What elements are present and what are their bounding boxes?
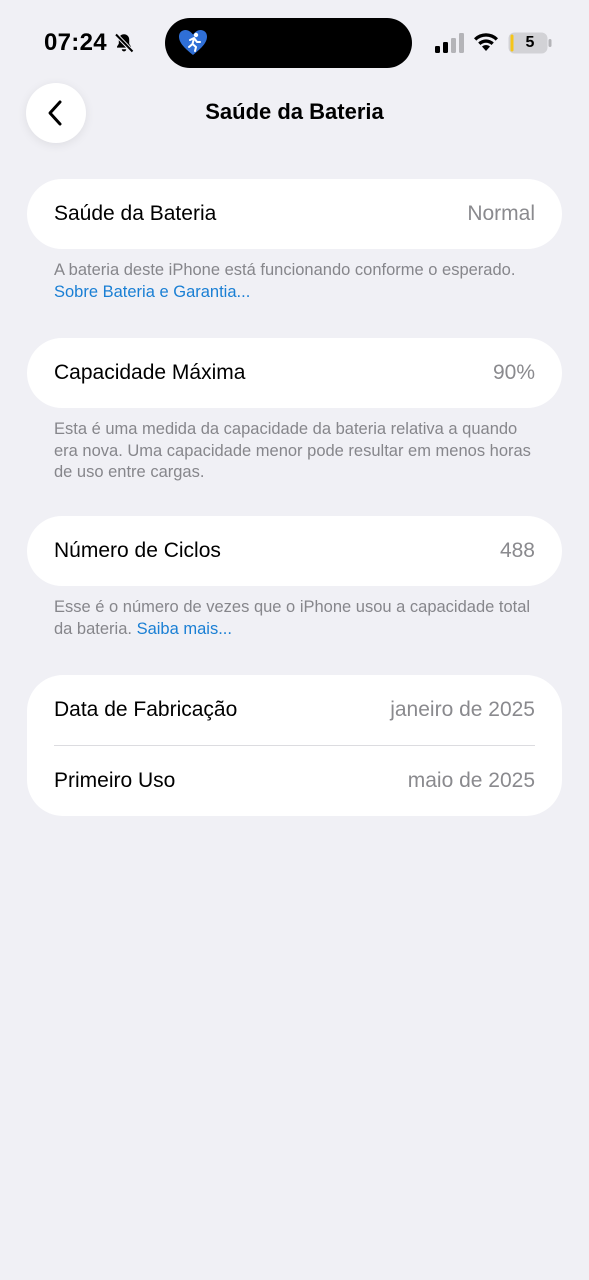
- cycle-count-value: 488: [499, 539, 535, 562]
- max-capacity-value: 90%: [492, 361, 535, 384]
- manufacture-date-row: Data de Fabricação janeiro de 2025: [27, 675, 562, 745]
- max-capacity-row: Capacidade Máxima 90%: [27, 338, 562, 408]
- first-use-row: Primeiro Uso maio de 2025: [27, 746, 562, 816]
- cycle-count-label: Número de Ciclos: [54, 539, 221, 562]
- max-capacity-label: Capacidade Máxima: [54, 361, 246, 384]
- fitness-activity-icon: [179, 30, 207, 55]
- manufacture-date-label: Data de Fabricação: [54, 698, 238, 721]
- learn-more-link[interactable]: Saiba mais...: [137, 620, 232, 638]
- battery-health-label: Saúde da Bateria: [54, 202, 217, 225]
- status-bar: 07:24 5: [0, 0, 589, 88]
- page-title: Saúde da Bateria: [205, 99, 384, 124]
- battery-health-row[interactable]: Saúde da Bateria Normal: [27, 179, 562, 249]
- battery-health-footnote-text: A bateria deste iPhone está funcionando …: [54, 261, 516, 279]
- battery-health-footnote: A bateria deste iPhone está funcionando …: [54, 260, 544, 303]
- max-capacity-footnote: Esta é uma medida da capacidade da bater…: [54, 419, 544, 484]
- battery-level-text: 5: [525, 34, 535, 51]
- battery-warranty-link[interactable]: Sobre Bateria e Garantia...: [54, 283, 250, 301]
- bell-slash-icon: [114, 33, 134, 53]
- cycle-count-row: Número de Ciclos 488: [27, 516, 562, 586]
- cellular-signal-icon: [435, 33, 464, 53]
- cycle-count-footnote-text: Esse é o número de vezes que o iPhone us…: [54, 598, 531, 638]
- wifi-icon: [474, 33, 498, 51]
- status-time: 07:24: [44, 29, 107, 56]
- cycle-count-card: Número de Ciclos 488: [27, 516, 562, 586]
- first-use-label: Primeiro Uso: [54, 769, 176, 792]
- first-use-value: maio de 2025: [407, 769, 535, 792]
- max-capacity-footnote-text: Esta é uma medida da capacidade da bater…: [54, 420, 531, 481]
- manufacture-date-value: janeiro de 2025: [390, 698, 535, 721]
- max-capacity-card: Capacidade Máxima 90%: [27, 338, 562, 408]
- dynamic-island[interactable]: [165, 18, 412, 68]
- dates-card: Data de Fabricação janeiro de 2025 Prime…: [27, 675, 562, 816]
- battery-health-card[interactable]: Saúde da Bateria Normal: [27, 179, 562, 249]
- battery-health-value: Normal: [467, 202, 535, 225]
- cycle-count-footnote: Esse é o número de vezes que o iPhone us…: [54, 597, 544, 640]
